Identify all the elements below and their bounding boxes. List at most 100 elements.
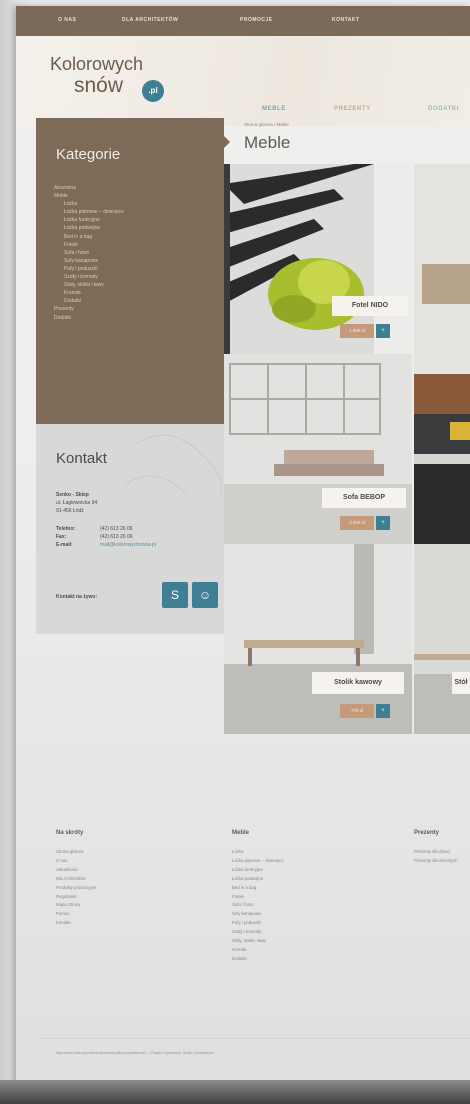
add-to-cart-button[interactable]: + <box>376 516 390 530</box>
contact-email-label: E-mail: <box>56 542 73 548</box>
sidebar-title: Kategorie <box>56 146 121 163</box>
topbar-link-promotions[interactable]: PROMOCJE <box>240 17 273 23</box>
footer-link[interactable]: Prezenty dla dorosłych <box>414 857 457 866</box>
footer-furniture-list: Łóżka Łóżka piętrowe – dziecięce Łóżka fun… <box>232 848 284 964</box>
footer-link[interactable]: Łóżka funkcyjne <box>232 866 284 875</box>
category-item[interactable]: Fotele <box>54 241 124 249</box>
footer-link[interactable]: Aktualności <box>56 866 96 875</box>
category-item[interactable]: Bed in a bag <box>54 233 124 241</box>
category-item[interactable]: Sofa i futon <box>54 249 124 257</box>
page: O NAS DLA ARCHITEKTÓW PROMOCJE KONTAKT K… <box>16 6 470 1084</box>
contact-fax: (42) 613 26 06 <box>100 534 133 540</box>
page-title: Meble <box>244 133 291 152</box>
sidebar-arrow-icon <box>224 136 230 148</box>
footer-link[interactable]: Sofy kanapowe <box>232 910 284 919</box>
category-item[interactable]: Stoły, stoliki i ławy <box>54 281 124 289</box>
header: Kolorowych snów .pl MEBLE PREZENTY DODAT… <box>16 36 470 126</box>
category-item[interactable]: Prezenty <box>54 305 124 313</box>
footer-link[interactable]: Produkty promocyjne <box>56 884 96 893</box>
topbar-link-contact[interactable]: KONTAKT <box>332 17 360 23</box>
contact-phone[interactable]: (42) 613 26 06 <box>100 526 133 532</box>
add-to-cart-button[interactable]: + <box>376 324 390 338</box>
cart-icon: + <box>381 328 385 334</box>
contact-box: Kontakt Senko - Sklep ul. Łagiewnicka 94… <box>36 424 224 634</box>
footer-furniture-title: Meble <box>232 830 250 836</box>
chat-icon: ☺ <box>198 588 212 602</box>
category-item[interactable]: Łóżka funkcyjne <box>54 216 124 224</box>
footer-link[interactable]: Szafy i komody <box>232 928 284 937</box>
category-item[interactable]: Łóżka podwójne <box>54 224 124 232</box>
category-item[interactable]: Akcesoria <box>54 184 124 192</box>
category-list: Akcesoria Meble Łóżka Łóżka piętrowe – dzie… <box>54 184 124 322</box>
footer-link[interactable]: Dodatki <box>232 955 284 964</box>
category-item[interactable]: Sofy kanapowe <box>54 257 124 265</box>
footer-link[interactable]: Pomoc <box>56 910 96 919</box>
footer-link[interactable]: Mapa Strony <box>56 901 96 910</box>
nav-item-gifts[interactable]: PREZENTY <box>334 106 371 112</box>
footer-link[interactable]: Krzesła <box>232 946 284 955</box>
footer-link[interactable]: Łóżka piętrowe – dziecięce <box>232 857 284 866</box>
chat-button[interactable]: ☺ <box>192 582 218 608</box>
product-tile[interactable]: Stół <box>414 544 470 734</box>
logo-text-line2: snów <box>74 74 124 97</box>
logo-text-line1: Kolorowych <box>50 54 144 74</box>
category-item[interactable]: Łóżka <box>54 200 124 208</box>
logo-badge: .pl <box>142 80 164 102</box>
map-decoration-icon <box>126 434 223 495</box>
cart-icon: + <box>381 520 385 526</box>
add-to-cart-button[interactable]: + <box>376 704 390 718</box>
footer-link[interactable]: Dla Architektów <box>56 875 96 884</box>
category-item[interactable]: Szafy i komody <box>54 273 124 281</box>
product-image <box>414 544 470 734</box>
page-shadow <box>0 1080 470 1104</box>
skype-icon: S <box>170 588 179 602</box>
footer-link[interactable]: Fotele <box>232 893 284 902</box>
contact-street: ul. Łagiewnicka 94 <box>56 500 98 506</box>
breadcrumb[interactable]: Strona główna / Meble <box>244 122 289 127</box>
skype-button[interactable]: S <box>162 582 188 608</box>
footer-link[interactable]: Łóżka podwójne <box>232 875 284 884</box>
footer-link[interactable]: O nas <box>56 857 96 866</box>
contact-city: 91-456 Łódź <box>56 508 84 514</box>
footer-shortcuts-title: Na skróty <box>56 830 84 836</box>
product-tile[interactable] <box>414 164 470 544</box>
category-item[interactable]: Łóżka piętrowe – dziecięce <box>54 208 124 216</box>
product-name: Sofa BEBOP <box>322 488 406 508</box>
category-item[interactable]: Dodatki <box>54 297 124 305</box>
footer-link[interactable]: Łóżka <box>232 848 284 857</box>
cart-icon: + <box>381 708 385 714</box>
contact-live-label: Kontakt na żywo: <box>56 594 98 600</box>
footer-link[interactable]: Regulamin <box>56 893 96 902</box>
footer-link[interactable]: Strona główna <box>56 848 96 857</box>
contact-fax-label: Fax: <box>56 534 67 540</box>
product-image <box>414 164 470 544</box>
product-name: Fotel NIDO <box>332 296 408 316</box>
footer-divider <box>40 1038 470 1039</box>
footer-link[interactable]: Prezenty dla dzieci <box>414 848 457 857</box>
product-price: 770 zł <box>340 704 374 718</box>
product-tile[interactable]: Sofa BEBOP 3 000 zł + <box>224 354 412 544</box>
category-item[interactable]: Dodatki <box>54 314 124 322</box>
contact-title: Kontakt <box>56 450 107 467</box>
topbar-link-about[interactable]: O NAS <box>58 17 76 23</box>
footer-link[interactable]: Sofa i futon <box>232 901 284 910</box>
contact-phone-label: Telefon: <box>56 526 76 532</box>
footer-link[interactable]: Bed in a bag <box>232 884 284 893</box>
nav-item-furniture[interactable]: MEBLE <box>262 106 286 112</box>
footer-link[interactable]: Kontakt <box>56 919 96 928</box>
footer-link[interactable]: Stoły, stoliki i ławy <box>232 937 284 946</box>
category-item[interactable]: Meble <box>54 192 124 200</box>
contact-email[interactable]: mail@kolorowychsnow.pl <box>100 542 156 548</box>
footer-gifts-list: Prezenty dla dzieci Prezenty dla dorosłyc… <box>414 848 457 866</box>
category-item[interactable]: Krzesła <box>54 289 124 297</box>
footer-link[interactable]: Pufy i poduszki <box>232 919 284 928</box>
category-item[interactable]: Pufy i poduszki <box>54 265 124 273</box>
nav-item-accessories[interactable]: DODATKI <box>428 106 459 112</box>
product-price: 3 000 zł <box>340 516 374 530</box>
product-tile[interactable]: Fotel NIDO 1 580 zł + <box>224 164 412 354</box>
footer-gifts-title: Prezenty <box>414 830 440 836</box>
product-name: Stół <box>452 672 470 694</box>
topbar-link-architects[interactable]: DLA ARCHITEKTÓW <box>122 17 178 23</box>
product-tile[interactable]: Stolik kawowy 770 zł + <box>224 544 412 734</box>
category-sidebar: Kategorie Akcesoria Meble Łóżka Łóżka piętr… <box>36 118 224 424</box>
